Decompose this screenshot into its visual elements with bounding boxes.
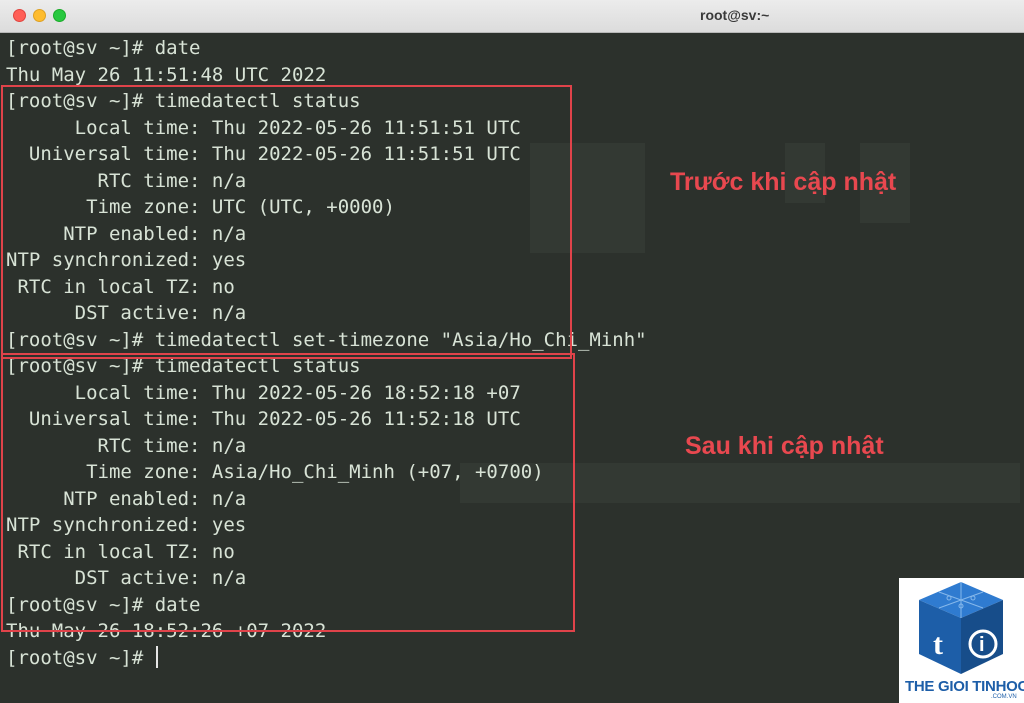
brand-domain: .COM.VN <box>991 694 1017 700</box>
annotation-after-update: Sau khi cập nhật <box>685 432 884 460</box>
terminal-window: root@sv:~ [root@sv ~]# date Thu May 26 1… <box>0 0 1024 703</box>
title-bar[interactable]: root@sv:~ <box>0 0 1024 33</box>
text-cursor <box>156 646 158 668</box>
window-title: root@sv:~ <box>700 7 770 23</box>
highlight-box-before <box>1 85 572 359</box>
brand-name: THE GIOI TINHOC <box>905 678 1024 695</box>
terminal-content[interactable]: [root@sv ~]# date Thu May 26 11:51:48 UT… <box>0 33 1024 703</box>
brand-logo: t i THE GIOI TINHOC .COM.VN <box>899 578 1024 703</box>
svg-text:t: t <box>933 628 943 661</box>
annotation-before-update: Trước khi cập nhật <box>670 168 897 196</box>
cube-logo-icon: t i <box>919 582 1003 674</box>
highlight-box-after <box>1 353 575 632</box>
terminal-prompt[interactable]: [root@sv ~]# <box>6 645 155 672</box>
terminal-line: [root@sv ~]# date <box>6 37 201 59</box>
svg-text:i: i <box>979 634 985 656</box>
